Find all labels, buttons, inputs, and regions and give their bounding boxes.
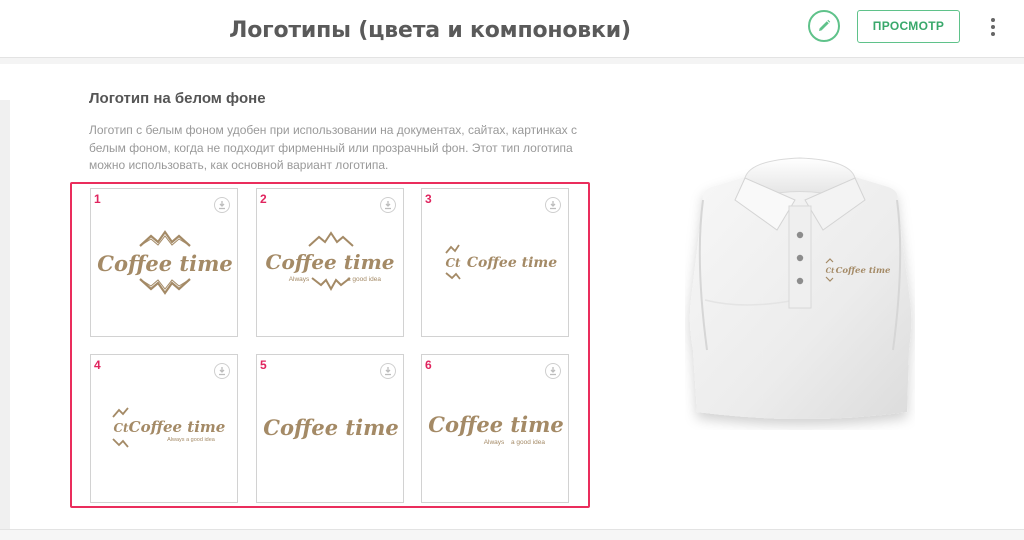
logo-slogan: Always a good idea xyxy=(167,437,216,443)
logo-brand-text: Coffee time xyxy=(467,255,557,271)
logo-image: Coffee time Always a good idea xyxy=(266,231,395,292)
page-title: Логотипы (цвета и компоновки) xyxy=(229,18,631,43)
logo-brand-text: Coffee time xyxy=(266,250,395,274)
logo-slogan-right: a good idea xyxy=(347,276,381,283)
logo-variant-card[interactable]: 4 Ct Coffee time Always a good idea xyxy=(90,354,238,503)
more-vertical-icon xyxy=(991,18,995,22)
edit-button[interactable] xyxy=(808,10,840,42)
logo-brand-text: Coffee time xyxy=(263,415,398,440)
logo-brand-text: Coffee time xyxy=(428,412,563,437)
logo-monogram: Ct xyxy=(445,256,461,270)
more-menu-button[interactable] xyxy=(985,14,1001,40)
logo-monogram: Ct xyxy=(113,421,129,435)
left-strip xyxy=(0,100,10,540)
shirt-logo-monogram: Ct xyxy=(826,266,836,275)
logo-image: Ct Coffee time Always a good idea xyxy=(112,407,226,448)
logo-brand-text: Coffee time xyxy=(97,251,232,276)
logo-slogan-left: Always xyxy=(289,276,310,283)
section-title: Логотип на белом фоне xyxy=(89,90,266,107)
logo-brand-text: Coffee time xyxy=(129,418,226,436)
section-description: Логотип с белым фоном удобен при использ… xyxy=(89,123,577,172)
bottom-area xyxy=(0,530,1024,540)
logo-slogan-right: a good idea xyxy=(511,439,545,446)
logo-image: Coffee time xyxy=(97,230,233,295)
logo-variant-card[interactable]: 6 Coffee time Always a good idea xyxy=(421,354,569,503)
polo-shirt-mockup: Ct Coffee time xyxy=(689,157,912,419)
top-bar: Логотипы (цвета и компоновки) ПРОСМОТР xyxy=(0,0,1024,58)
logo-variant-card[interactable]: 3 Ct Coffee time xyxy=(421,188,569,337)
logo-slogan-left: Always xyxy=(484,439,505,446)
logo-image: Ct Coffee time xyxy=(445,244,557,280)
preview-button[interactable]: ПРОСМОТР xyxy=(857,10,960,43)
shirt-logo-text: Coffee time xyxy=(836,266,891,276)
logo-image: Coffee time xyxy=(263,415,398,440)
pencil-icon xyxy=(819,19,831,31)
logo-variant-card[interactable]: 2 Coffee time Always a good idea xyxy=(256,188,404,337)
logo-variant-card[interactable]: 5 Coffee time xyxy=(256,354,404,503)
logo-variant-card[interactable]: 1 Coffee time xyxy=(90,188,238,337)
logo-image: Coffee time Always a good idea xyxy=(428,412,563,446)
